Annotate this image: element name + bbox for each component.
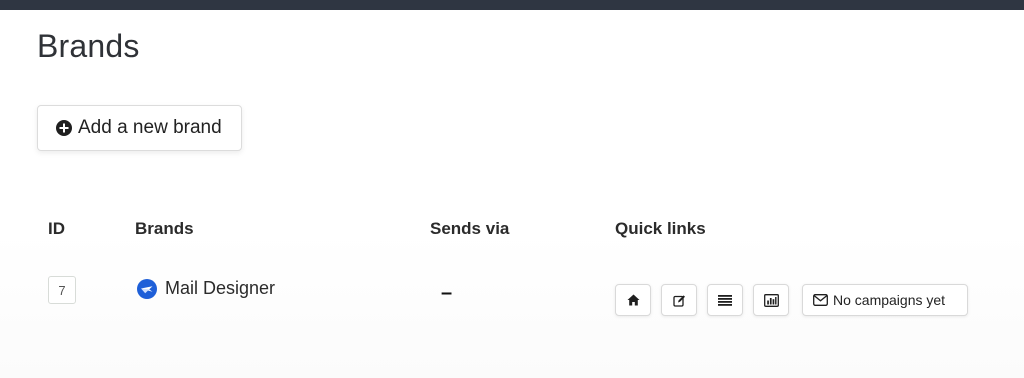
add-new-brand-label: Add a new brand xyxy=(78,117,222,138)
add-new-brand-button[interactable]: Add a new brand xyxy=(37,105,242,151)
page-title: Brands xyxy=(37,28,140,64)
quick-link-list-button[interactable] xyxy=(707,284,743,316)
no-campaigns-label: No campaigns yet xyxy=(833,292,946,308)
brand-name-label: Mail Designer xyxy=(165,278,276,298)
top-navigation-bar xyxy=(0,0,1024,10)
quick-link-reports-button[interactable] xyxy=(753,284,789,316)
quick-link-home-button[interactable] xyxy=(615,284,651,316)
bar-chart-icon xyxy=(763,293,779,307)
sends-via-value: – xyxy=(441,282,453,304)
column-header-id: ID xyxy=(48,219,65,238)
edit-icon xyxy=(672,294,686,307)
column-header-quick-links: Quick links xyxy=(615,219,706,238)
envelope-icon xyxy=(813,294,828,306)
column-header-sends-via: Sends via xyxy=(430,219,510,238)
list-icon xyxy=(718,294,732,306)
column-header-brands: Brands xyxy=(135,219,194,238)
mail-designer-logo-icon xyxy=(137,278,157,299)
main-content xyxy=(0,10,1024,378)
brand-id-badge: 7 xyxy=(48,276,76,304)
brand-link[interactable]: Mail Designer xyxy=(137,278,275,299)
home-icon xyxy=(627,294,640,306)
quick-link-edit-button[interactable] xyxy=(661,284,697,316)
plus-circle-icon xyxy=(56,120,72,136)
no-campaigns-button[interactable]: No campaigns yet xyxy=(802,284,968,316)
